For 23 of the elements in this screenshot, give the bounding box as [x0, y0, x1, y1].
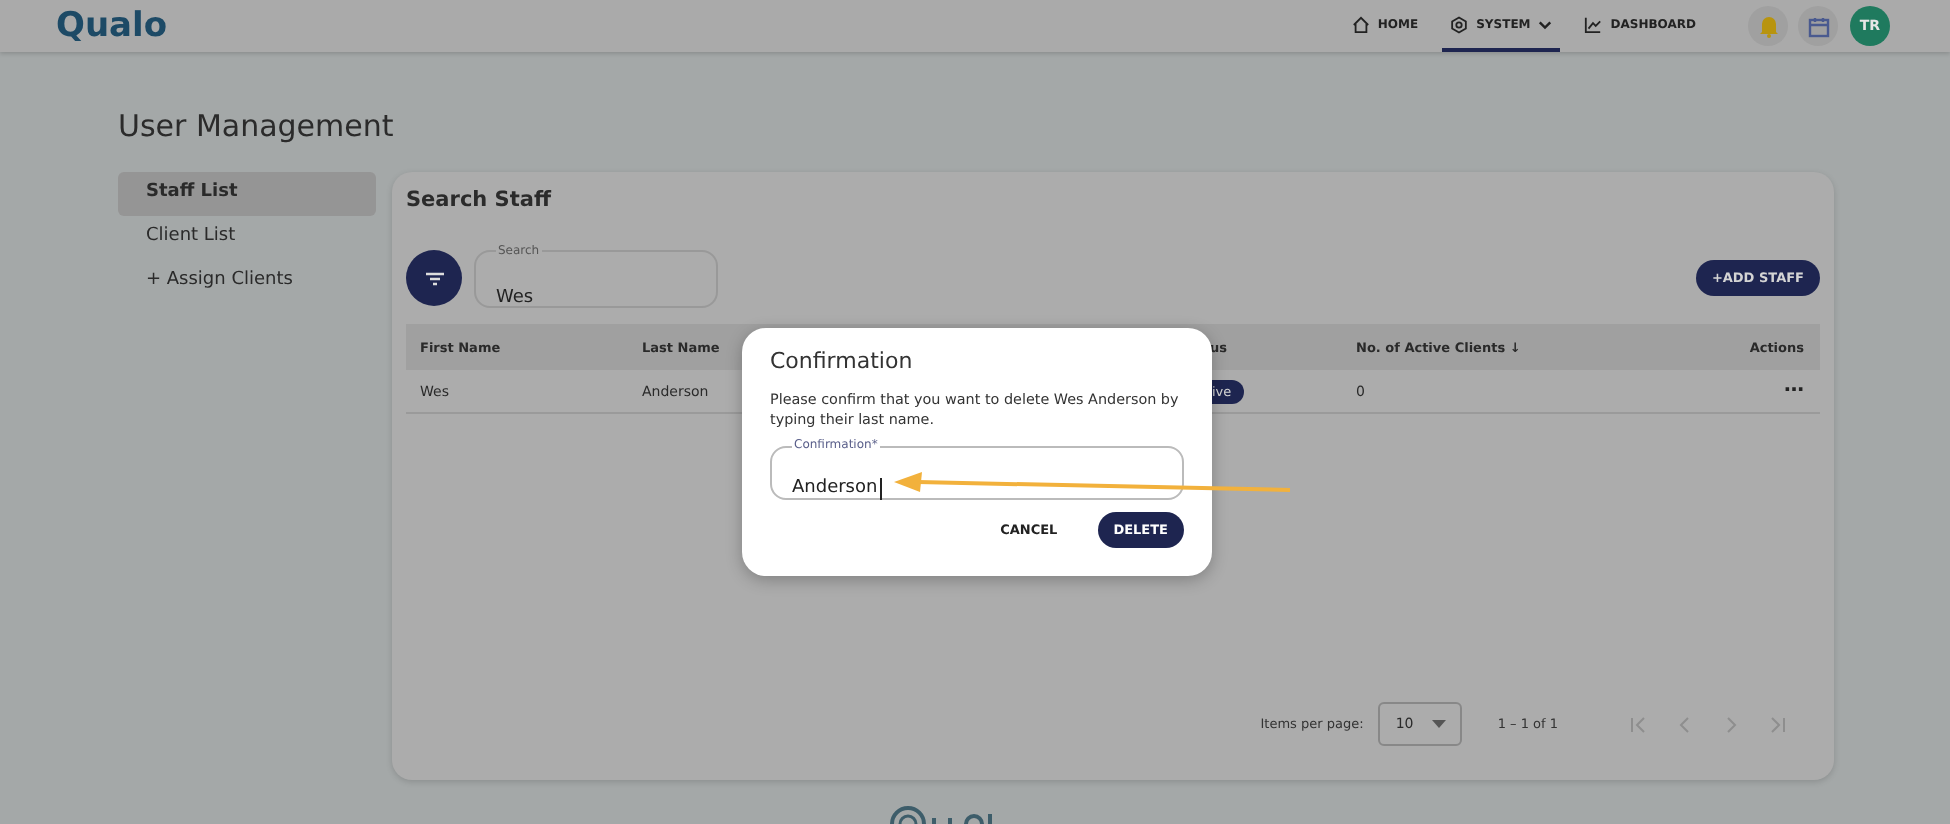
first-page-icon[interactable]: [1630, 715, 1648, 733]
filter-button[interactable]: [406, 250, 462, 306]
sidebar-item[interactable]: + Assign Clients: [118, 260, 376, 304]
filter-icon: [425, 271, 443, 285]
bell-icon: [1757, 14, 1779, 38]
card-title: Search Staff: [406, 188, 554, 216]
home-icon: [1351, 15, 1370, 33]
chart-icon: [1584, 15, 1603, 33]
chevron-icon: [1538, 19, 1553, 29]
page-title: User Management: [118, 108, 396, 148]
dropdown-icon: [1431, 720, 1446, 728]
calendar-button[interactable]: [1798, 6, 1838, 46]
next-page-icon[interactable]: [1722, 715, 1740, 733]
dialog-title: Confirmation: [770, 348, 915, 374]
actions-button[interactable]: ⋯: [1784, 380, 1804, 402]
last-page-icon[interactable]: [1768, 715, 1786, 733]
sidebar-item[interactable]: Client List: [118, 216, 376, 260]
previous-page-icon[interactable]: [1676, 715, 1694, 733]
sidebar-item[interactable]: Staff List: [118, 172, 376, 216]
settings-icon: [1450, 15, 1469, 33]
logo[interactable]: Qualo: [56, 6, 168, 46]
calendar-icon: [1807, 15, 1829, 37]
notifications-button[interactable]: [1748, 6, 1788, 46]
